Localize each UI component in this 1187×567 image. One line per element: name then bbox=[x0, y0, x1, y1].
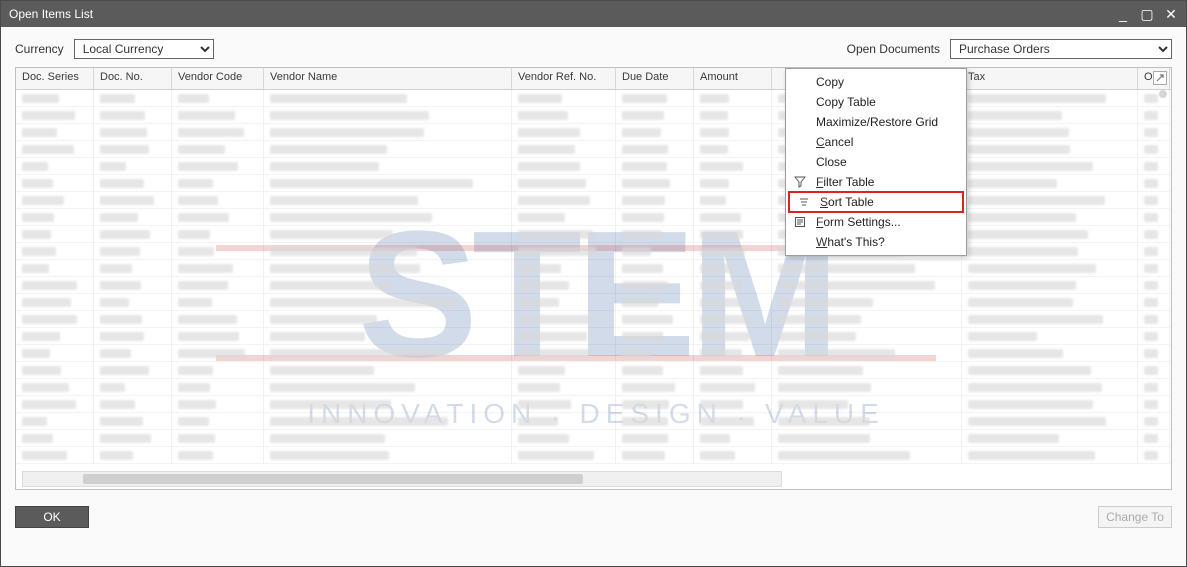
titlebar: Open Items List _ ▢ ✕ bbox=[1, 1, 1186, 27]
open-items-window: Open Items List _ ▢ ✕ Currency Local Cur… bbox=[0, 0, 1187, 567]
window-title: Open Items List bbox=[9, 7, 1116, 21]
column-header[interactable]: Doc. Series bbox=[16, 68, 94, 89]
column-header[interactable]: Amount bbox=[694, 68, 772, 89]
currency-select[interactable]: Local Currency bbox=[74, 39, 214, 59]
table-row[interactable] bbox=[16, 447, 1171, 464]
table-row[interactable] bbox=[16, 226, 1171, 243]
table-row[interactable] bbox=[16, 362, 1171, 379]
maximize-icon[interactable]: ▢ bbox=[1140, 6, 1154, 23]
column-header[interactable]: Vendor Code bbox=[172, 68, 264, 89]
table-row[interactable] bbox=[16, 311, 1171, 328]
context-menu[interactable]: CopyCopy TableMaximize/Restore GridCance… bbox=[785, 68, 967, 256]
menu-item-copy-table[interactable]: Copy Table bbox=[786, 92, 966, 112]
column-header[interactable]: Doc. No. bbox=[94, 68, 172, 89]
menu-item-copy[interactable]: Copy bbox=[786, 72, 966, 92]
menu-item-what-s-this[interactable]: What's This? bbox=[786, 232, 966, 252]
column-header[interactable]: Vendor Name bbox=[264, 68, 512, 89]
footer: OK Change To bbox=[1, 490, 1186, 544]
table-row[interactable] bbox=[16, 328, 1171, 345]
open-documents-label: Open Documents bbox=[847, 42, 940, 56]
minimize-icon[interactable]: _ bbox=[1116, 6, 1130, 23]
menu-item-maximize-restore-grid[interactable]: Maximize/Restore Grid bbox=[786, 112, 966, 132]
currency-label: Currency bbox=[15, 42, 64, 56]
filter-icon bbox=[792, 174, 808, 190]
menu-item-close[interactable]: Close bbox=[786, 152, 966, 172]
menu-item-filter-table[interactable]: Filter Table bbox=[786, 172, 966, 192]
scrollbar-thumb[interactable] bbox=[83, 474, 583, 484]
close-icon[interactable]: ✕ bbox=[1164, 6, 1178, 23]
filter-bar: Currency Local Currency Open Documents P… bbox=[1, 27, 1186, 67]
table-row[interactable] bbox=[16, 260, 1171, 277]
menu-item-cancel[interactable]: Cancel bbox=[786, 132, 966, 152]
data-grid[interactable]: Doc. SeriesDoc. No.Vendor CodeVendor Nam… bbox=[15, 67, 1172, 490]
grid-body[interactable]: STEM® INNOVATION•DESIGN•VALUE bbox=[16, 90, 1171, 468]
table-row[interactable] bbox=[16, 413, 1171, 430]
open-documents-select[interactable]: Purchase Orders bbox=[950, 39, 1172, 59]
ok-button[interactable]: OK bbox=[15, 506, 89, 528]
table-row[interactable] bbox=[16, 294, 1171, 311]
table-row[interactable] bbox=[16, 379, 1171, 396]
table-row[interactable] bbox=[16, 107, 1171, 124]
column-header[interactable]: Tax bbox=[962, 68, 1138, 89]
window-controls: _ ▢ ✕ bbox=[1116, 6, 1178, 23]
table-row[interactable] bbox=[16, 158, 1171, 175]
table-row[interactable] bbox=[16, 192, 1171, 209]
sort-icon bbox=[796, 194, 812, 210]
table-row[interactable] bbox=[16, 141, 1171, 158]
change-to-button[interactable]: Change To bbox=[1098, 506, 1172, 528]
form-icon bbox=[792, 214, 808, 230]
menu-item-form-settings[interactable]: Form Settings... bbox=[786, 212, 966, 232]
column-header[interactable]: Due Date bbox=[616, 68, 694, 89]
table-row[interactable] bbox=[16, 90, 1171, 107]
table-row[interactable] bbox=[16, 175, 1171, 192]
table-row[interactable] bbox=[16, 209, 1171, 226]
grid-header: Doc. SeriesDoc. No.Vendor CodeVendor Nam… bbox=[16, 68, 1171, 90]
menu-item-sort-table[interactable]: Sort Table bbox=[788, 191, 964, 213]
table-row[interactable] bbox=[16, 277, 1171, 294]
table-row[interactable] bbox=[16, 124, 1171, 141]
column-header[interactable]: Vendor Ref. No. bbox=[512, 68, 616, 89]
table-row[interactable] bbox=[16, 396, 1171, 413]
horizontal-scrollbar[interactable] bbox=[22, 471, 782, 487]
expand-grid-icon[interactable] bbox=[1153, 71, 1167, 85]
table-row[interactable] bbox=[16, 430, 1171, 447]
